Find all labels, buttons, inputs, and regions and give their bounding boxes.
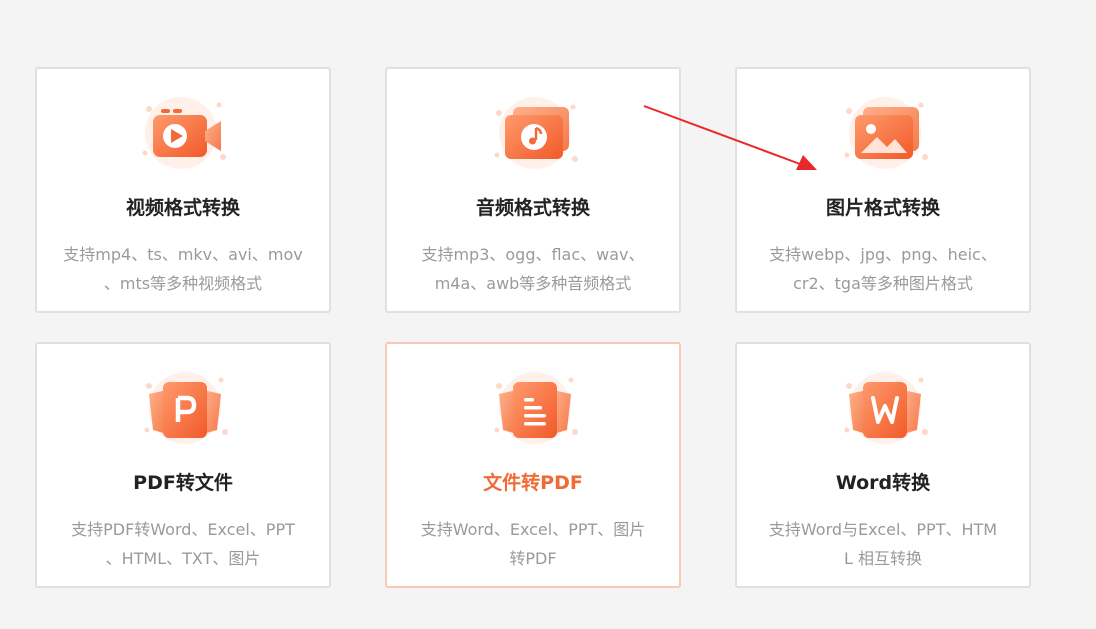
card-title: 图片格式转换 bbox=[825, 197, 940, 219]
document-lines-icon bbox=[485, 368, 585, 452]
card-description: 支持webp、jpg、png、heic、 cr2、tga等多种图片格式 bbox=[751, 240, 1015, 298]
card-description-line: 支持webp、jpg、png、heic、 bbox=[769, 245, 997, 264]
card-description-line: 支持Word、Excel、PPT、图片 bbox=[420, 520, 646, 539]
card-description-line: 支持PDF转Word、Excel、PPT bbox=[71, 520, 295, 539]
card-description: 支持mp4、ts、mkv、avi、mov 、mts等多种视频格式 bbox=[51, 240, 315, 298]
card-title: 文件转PDF bbox=[483, 472, 583, 494]
card-description-line: L 相互转换 bbox=[843, 549, 922, 568]
image-landscape-icon bbox=[835, 93, 935, 177]
card-description-line: m4a、awb等多种音频格式 bbox=[434, 274, 632, 293]
card-title: 视频格式转换 bbox=[125, 197, 240, 219]
card-word-convert[interactable]: Word转换 支持Word与Excel、PPT、HTM L 相互转换 bbox=[735, 342, 1031, 588]
music-note-icon bbox=[485, 93, 585, 177]
card-description-line: 、mts等多种视频格式 bbox=[103, 274, 263, 293]
card-description: 支持PDF转Word、Excel、PPT 、HTML、TXT、图片 bbox=[51, 515, 315, 573]
card-description-line: cr2、tga等多种图片格式 bbox=[793, 274, 973, 293]
card-description-line: 支持Word与Excel、PPT、HTM bbox=[768, 520, 998, 539]
word-w-icon bbox=[835, 368, 935, 452]
card-description: 支持mp3、ogg、flac、wav、 m4a、awb等多种音频格式 bbox=[401, 240, 665, 298]
card-description-line: 支持mp3、ogg、flac、wav、 bbox=[421, 245, 645, 264]
card-title: PDF转文件 bbox=[133, 472, 233, 494]
card-description: 支持Word、Excel、PPT、图片 转PDF bbox=[401, 515, 665, 573]
video-camera-icon bbox=[135, 93, 235, 177]
card-pdf-to-file[interactable]: PDF转文件 支持PDF转Word、Excel、PPT 、HTML、TXT、图片 bbox=[35, 342, 331, 588]
card-description-line: 转PDF bbox=[509, 549, 557, 568]
card-audio-convert[interactable]: 音频格式转换 支持mp3、ogg、flac、wav、 m4a、awb等多种音频格… bbox=[385, 67, 681, 313]
pdf-p-icon bbox=[135, 368, 235, 452]
card-description-line: 支持mp4、ts、mkv、avi、mov bbox=[63, 245, 303, 264]
card-description: 支持Word与Excel、PPT、HTM L 相互转换 bbox=[751, 515, 1015, 573]
card-title: 音频格式转换 bbox=[475, 197, 590, 219]
card-description-line: 、HTML、TXT、图片 bbox=[105, 549, 261, 568]
card-image-convert[interactable]: 图片格式转换 支持webp、jpg、png、heic、 cr2、tga等多种图片… bbox=[735, 67, 1031, 313]
card-video-convert[interactable]: 视频格式转换 支持mp4、ts、mkv、avi、mov 、mts等多种视频格式 bbox=[35, 67, 331, 313]
card-title: Word转换 bbox=[835, 472, 931, 494]
card-file-to-pdf[interactable]: 文件转PDF 支持Word、Excel、PPT、图片 转PDF bbox=[385, 342, 681, 588]
